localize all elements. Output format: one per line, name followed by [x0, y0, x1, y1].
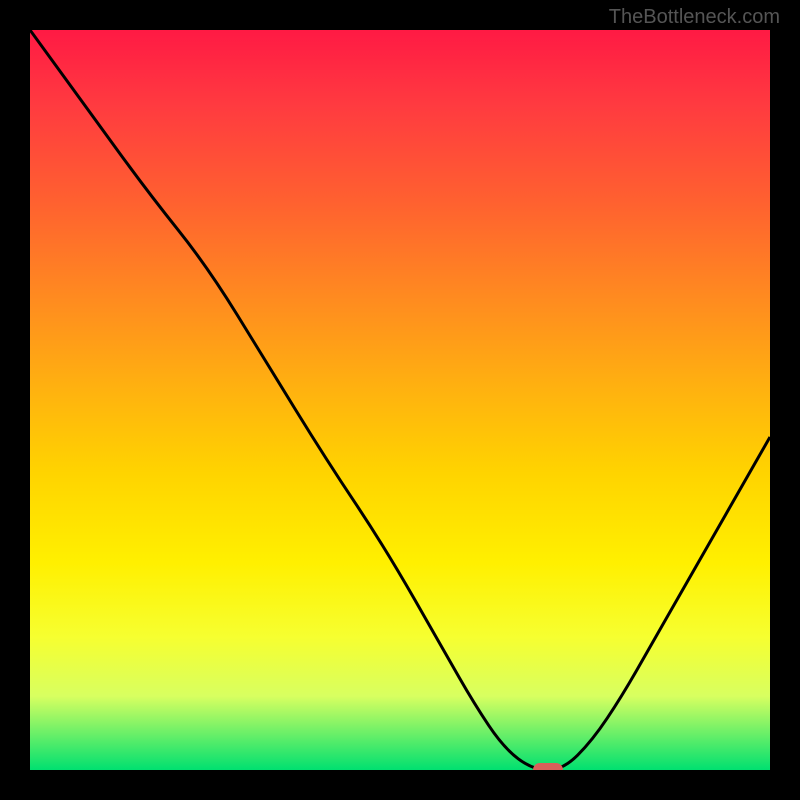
bottleneck-curve-line: [30, 30, 770, 770]
chart-plot-area: [30, 30, 770, 770]
watermark-text: TheBottleneck.com: [609, 6, 780, 29]
optimal-point-marker: [533, 763, 563, 770]
chart-curve-svg: [30, 30, 770, 770]
